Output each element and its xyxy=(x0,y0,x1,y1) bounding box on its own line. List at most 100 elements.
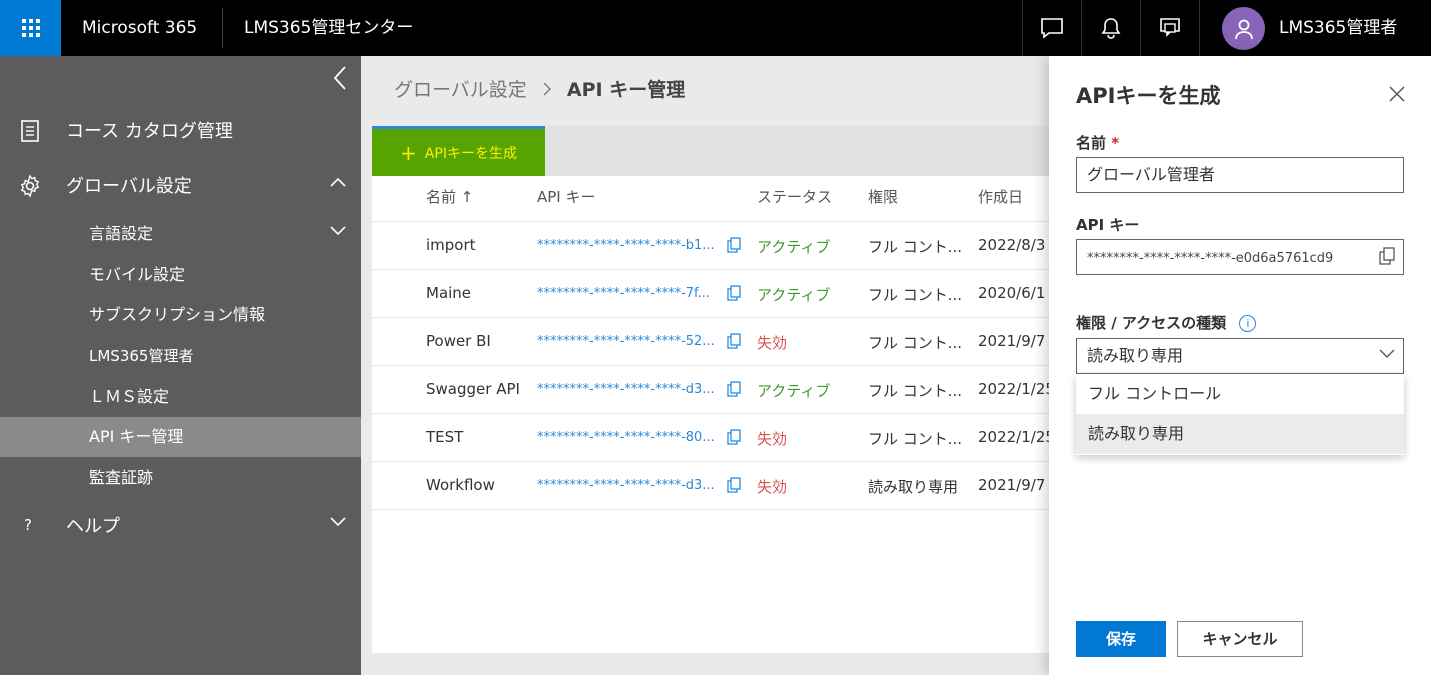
row-name: Swagger API xyxy=(426,380,520,398)
table-row[interactable]: Power BI ********-****-****-****-52... 失… xyxy=(372,318,1072,366)
sidebar-item-label: グローバル設定 xyxy=(66,176,192,197)
table-row[interactable]: Maine ********-****-****-****-7f... アクティ… xyxy=(372,270,1072,318)
row-name: TEST xyxy=(426,428,464,446)
access-type-label-text: 権限 / アクセスの種類 xyxy=(1076,314,1227,332)
row-permission: フル コント... xyxy=(868,238,963,256)
copy-icon[interactable] xyxy=(727,333,741,349)
row-permission: フル コント... xyxy=(868,382,963,400)
table-row[interactable]: import ********-****-****-****-b1... アクテ… xyxy=(372,222,1072,270)
sidebar-item-language-settings[interactable]: 言語設定 xyxy=(0,214,361,254)
chevron-up-icon xyxy=(330,177,346,187)
api-key-label: API キー xyxy=(1076,216,1140,234)
api-key-field[interactable]: ********-****-****-****-e0d6a5761cd9 xyxy=(1076,239,1404,275)
sidebar-item-label: API キー管理 xyxy=(89,427,184,446)
sidebar-item-lms365-admins[interactable]: LMS365管理者 xyxy=(0,336,361,376)
row-status: アクティブ xyxy=(757,286,831,304)
row-name: Maine xyxy=(426,284,472,302)
row-name: Power BI xyxy=(426,332,491,350)
row-api-key[interactable]: ********-****-****-****-b1... xyxy=(537,238,725,253)
api-key-table: 名前 ↑ API キー ステータス 権限 作成日 import ********… xyxy=(372,176,1072,653)
row-api-key[interactable]: ********-****-****-****-80... xyxy=(537,430,725,445)
user-menu[interactable]: LMS365管理者 xyxy=(1199,0,1431,56)
option-full-control[interactable]: フル コントロール xyxy=(1076,374,1404,414)
generate-button-label: APIキーを生成 xyxy=(424,145,517,162)
chat-icon xyxy=(1040,18,1063,39)
table-row[interactable]: Workflow ********-****-****-****-d3... 失… xyxy=(372,462,1072,510)
row-api-key[interactable]: ********-****-****-****-7f... xyxy=(537,286,725,301)
avatar xyxy=(1222,7,1265,50)
row-api-key[interactable]: ********-****-****-****-52... xyxy=(537,334,725,349)
copy-icon[interactable] xyxy=(727,285,741,301)
copy-icon[interactable] xyxy=(727,381,741,397)
sidebar: コース カタログ管理 グローバル設定 言語設定 モバイル設定 サブスクリプション… xyxy=(0,56,361,675)
sidebar-item-label: モバイル設定 xyxy=(89,265,186,284)
sidebar-item-api-key-management[interactable]: API キー管理 xyxy=(0,417,361,457)
sidebar-item-audit-trail[interactable]: 監査証跡 xyxy=(0,458,361,498)
app-title[interactable]: LMS365管理センター xyxy=(244,0,413,56)
name-field[interactable]: グローバル管理者 xyxy=(1076,157,1404,193)
column-header-api-key[interactable]: API キー xyxy=(537,186,596,207)
copy-icon[interactable] xyxy=(727,429,741,445)
sidebar-item-global-settings[interactable]: グローバル設定 xyxy=(0,159,361,211)
sidebar-item-label: 言語設定 xyxy=(89,224,154,243)
save-button[interactable]: 保存 xyxy=(1076,621,1166,657)
option-read-only[interactable]: 読み取り専用 xyxy=(1076,414,1404,454)
chevron-right-icon xyxy=(543,77,551,105)
table-row[interactable]: Swagger API ********-****-****-****-d3..… xyxy=(372,366,1072,414)
brand-name[interactable]: Microsoft 365 xyxy=(82,0,197,56)
generate-api-key-panel: APIキーを生成 名前 * グローバル管理者 API キー ********-*… xyxy=(1049,56,1431,675)
user-name: LMS365管理者 xyxy=(1279,18,1398,38)
close-icon[interactable] xyxy=(1387,84,1407,104)
column-header-created[interactable]: 作成日 xyxy=(978,186,1023,207)
name-label: 名前 * xyxy=(1076,132,1119,153)
column-header-permission[interactable]: 権限 xyxy=(868,186,898,207)
header-divider xyxy=(222,8,223,48)
access-type-label: 権限 / アクセスの種類 i xyxy=(1076,312,1257,333)
row-permission: フル コント... xyxy=(868,334,963,352)
copy-icon[interactable] xyxy=(727,477,741,493)
sidebar-item-lms-settings[interactable]: ＬＭＳ設定 xyxy=(0,377,361,417)
api-key-value: ********-****-****-****-e0d6a5761cd9 xyxy=(1087,251,1334,266)
access-type-selected: 読み取り専用 xyxy=(1087,346,1184,365)
panel-title: APIキーを生成 xyxy=(1076,84,1221,108)
app-launcher-button[interactable] xyxy=(0,0,61,56)
sidebar-item-help[interactable]: ? ヘルプ xyxy=(0,499,361,551)
sidebar-item-course-catalog[interactable]: コース カタログ管理 xyxy=(0,104,361,156)
row-permission: フル コント... xyxy=(868,286,963,304)
table-row[interactable]: TEST ********-****-****-****-80... 失効 フル… xyxy=(372,414,1072,462)
breadcrumb-parent[interactable]: グローバル設定 xyxy=(394,79,527,101)
page-title: API キー管理 xyxy=(566,79,686,101)
plus-icon: + xyxy=(400,140,417,165)
sidebar-item-label: 監査証跡 xyxy=(89,468,154,487)
chevron-down-icon xyxy=(330,226,346,236)
column-header-status[interactable]: ステータス xyxy=(757,186,832,207)
collapse-sidebar-button[interactable] xyxy=(326,64,354,92)
waffle-icon xyxy=(21,19,40,37)
notifications-button[interactable] xyxy=(1081,0,1139,56)
access-type-dropdown[interactable]: 読み取り専用 xyxy=(1076,338,1404,374)
sidebar-item-subscription[interactable]: サブスクリプション情報 xyxy=(0,295,361,335)
copy-icon[interactable] xyxy=(1379,247,1395,265)
feedback-icon xyxy=(1159,18,1180,37)
generate-api-key-button[interactable]: + APIキーを生成 xyxy=(372,126,545,176)
row-permission: フル コント... xyxy=(868,430,963,448)
required-mark: * xyxy=(1111,134,1120,152)
row-api-key[interactable]: ********-****-****-****-d3... xyxy=(537,382,725,397)
chat-button[interactable] xyxy=(1022,0,1080,56)
row-name: Workflow xyxy=(426,476,495,494)
name-label-text: 名前 xyxy=(1076,134,1107,152)
row-api-key[interactable]: ********-****-****-****-d3... xyxy=(537,478,725,493)
bell-icon xyxy=(1101,18,1120,39)
chevron-left-icon xyxy=(333,66,346,90)
feedback-button[interactable] xyxy=(1140,0,1198,56)
sidebar-item-label: ヘルプ xyxy=(66,516,120,537)
row-name: import xyxy=(426,236,476,254)
sidebar-item-mobile-settings[interactable]: モバイル設定 xyxy=(0,255,361,295)
copy-icon[interactable] xyxy=(727,237,741,253)
row-status: アクティブ xyxy=(757,382,831,400)
row-status: 失効 xyxy=(757,334,788,352)
top-bar: Microsoft 365 LMS365管理センター LMS365管理者 xyxy=(0,0,1431,56)
column-header-name[interactable]: 名前 ↑ xyxy=(426,186,473,207)
info-icon[interactable]: i xyxy=(1239,315,1257,332)
cancel-button[interactable]: キャンセル xyxy=(1177,621,1303,657)
